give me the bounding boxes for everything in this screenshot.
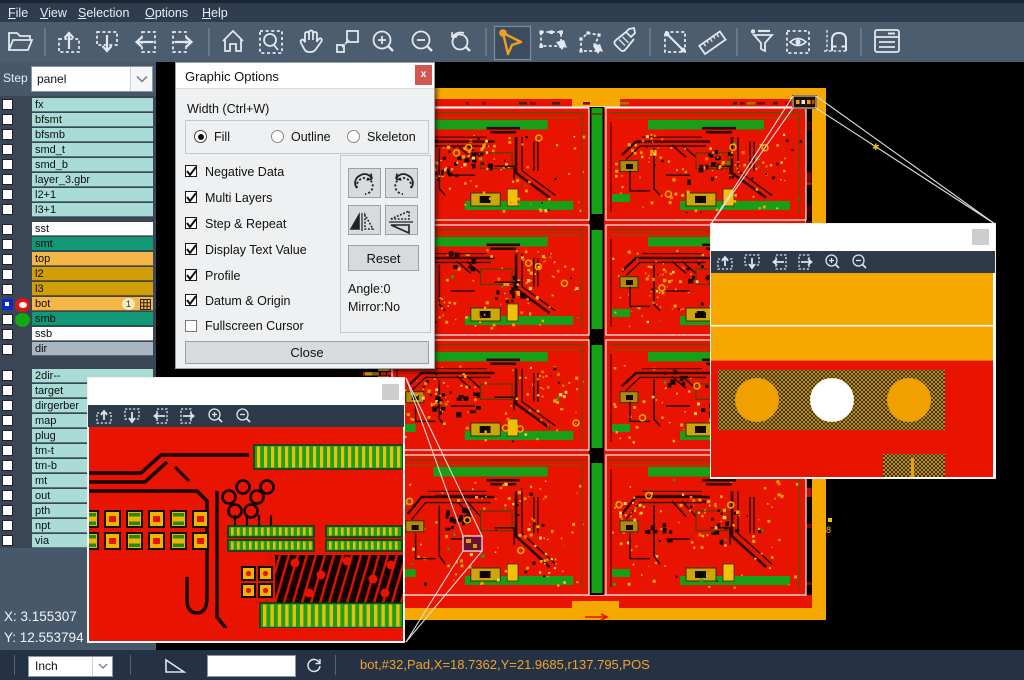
svg-text:✱: ✱ — [872, 142, 880, 152]
svg-text:8: 8 — [826, 525, 831, 535]
